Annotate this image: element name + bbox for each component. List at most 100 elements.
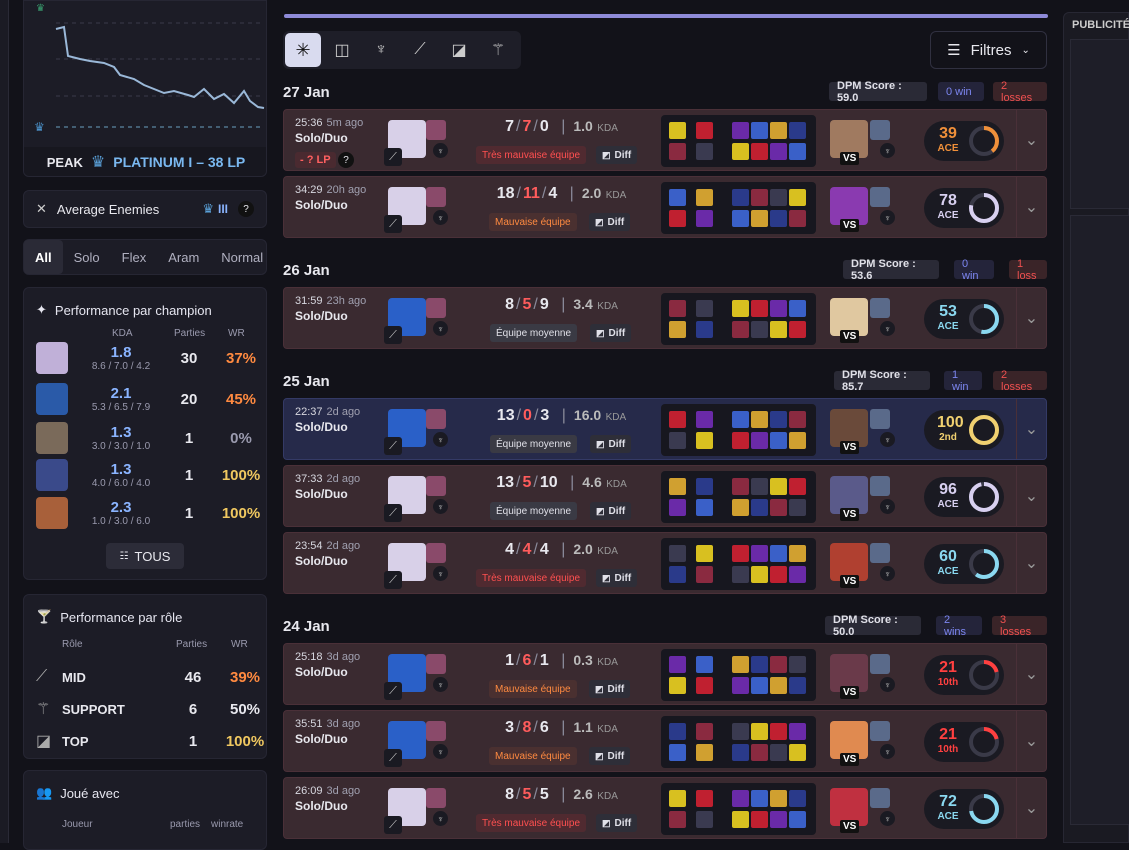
item-icon[interactable] bbox=[789, 300, 806, 317]
item-icon[interactable] bbox=[789, 143, 806, 160]
item-icon[interactable] bbox=[789, 321, 806, 338]
tab-normal[interactable]: Normal bbox=[210, 240, 274, 274]
champion-row[interactable]: 2.1 5.3 / 6.5 / 7.9 20 45% bbox=[36, 382, 256, 416]
item-icon[interactable] bbox=[696, 790, 713, 807]
item-icon[interactable] bbox=[732, 723, 749, 740]
item-icon[interactable] bbox=[696, 210, 713, 227]
item-icon[interactable] bbox=[770, 723, 787, 740]
item-icon[interactable] bbox=[789, 189, 806, 206]
expand-chevron-icon[interactable]: ⌄ bbox=[1016, 177, 1046, 237]
match-card[interactable]: 22:37 2d ago Solo/Duo ♆ ⟋ 13/0/3 | 16.0 KD… bbox=[283, 398, 1047, 460]
item-icon[interactable] bbox=[770, 432, 787, 449]
item-icon[interactable] bbox=[732, 411, 749, 428]
item-icon[interactable] bbox=[696, 122, 713, 139]
item-icon[interactable] bbox=[770, 210, 787, 227]
champion-row[interactable]: 1.3 4.0 / 6.0 / 4.0 1 100% bbox=[36, 458, 260, 492]
item-icon[interactable] bbox=[751, 432, 768, 449]
item-icon[interactable] bbox=[732, 321, 749, 338]
item-icon[interactable] bbox=[770, 499, 787, 516]
item-icon[interactable] bbox=[732, 122, 749, 139]
item-icon[interactable] bbox=[770, 656, 787, 673]
average-enemies-row[interactable]: ✕ Average Enemies ♛ III ? bbox=[23, 190, 267, 228]
item-icon[interactable] bbox=[669, 499, 686, 516]
match-card[interactable]: 35:51 3d ago Solo/Duo ♆ ⟋ 3/8/6 | 1.1 KDA … bbox=[283, 710, 1047, 772]
role-top-icon[interactable]: ◫ bbox=[324, 33, 360, 67]
ad-slot-2[interactable] bbox=[1070, 215, 1129, 825]
item-icon[interactable] bbox=[789, 744, 806, 761]
item-icon[interactable] bbox=[789, 432, 806, 449]
role-row[interactable]: ⟋ MID 46 39% bbox=[36, 665, 260, 689]
item-icon[interactable] bbox=[751, 499, 768, 516]
champion-row[interactable]: 2.3 1.0 / 3.0 / 6.0 1 100% bbox=[36, 496, 260, 530]
item-icon[interactable] bbox=[669, 723, 686, 740]
item-icon[interactable] bbox=[789, 677, 806, 694]
item-icon[interactable] bbox=[751, 321, 768, 338]
match-card[interactable]: 23:54 2d ago Solo/Duo ♆ ⟋ 4/4/4 | 2.0 KDA … bbox=[283, 532, 1047, 594]
diff-button[interactable]: ◩ Diff bbox=[596, 569, 638, 587]
expand-chevron-icon[interactable]: ⌄ bbox=[1016, 533, 1046, 593]
expand-chevron-icon[interactable]: ⌄ bbox=[1016, 644, 1046, 704]
item-icon[interactable] bbox=[669, 321, 686, 338]
item-icon[interactable] bbox=[669, 432, 686, 449]
expand-chevron-icon[interactable]: ⌄ bbox=[1016, 711, 1046, 771]
diff-button[interactable]: ◩ Diff bbox=[590, 435, 632, 453]
item-icon[interactable] bbox=[789, 122, 806, 139]
diff-button[interactable]: ◩ Diff bbox=[590, 502, 632, 520]
diff-button[interactable]: ◩ Diff bbox=[596, 146, 638, 164]
item-icon[interactable] bbox=[732, 210, 749, 227]
item-icon[interactable] bbox=[789, 566, 806, 583]
item-icon[interactable] bbox=[789, 723, 806, 740]
item-icon[interactable] bbox=[770, 790, 787, 807]
diff-button[interactable]: ◩ Diff bbox=[589, 680, 631, 698]
item-icon[interactable] bbox=[751, 210, 768, 227]
item-icon[interactable] bbox=[789, 411, 806, 428]
item-icon[interactable] bbox=[669, 790, 686, 807]
item-icon[interactable] bbox=[732, 478, 749, 495]
item-icon[interactable] bbox=[751, 566, 768, 583]
item-icon[interactable] bbox=[789, 210, 806, 227]
item-icon[interactable] bbox=[696, 321, 713, 338]
item-icon[interactable] bbox=[696, 499, 713, 516]
item-icon[interactable] bbox=[669, 411, 686, 428]
item-icon[interactable] bbox=[696, 189, 713, 206]
help-icon[interactable]: ? bbox=[338, 152, 354, 168]
item-icon[interactable] bbox=[732, 566, 749, 583]
item-icon[interactable] bbox=[669, 744, 686, 761]
show-all-champions-button[interactable]: ☷ TOUS bbox=[106, 543, 184, 569]
item-icon[interactable] bbox=[696, 478, 713, 495]
item-icon[interactable] bbox=[770, 811, 787, 828]
item-icon[interactable] bbox=[751, 122, 768, 139]
tab-solo[interactable]: Solo bbox=[63, 240, 111, 274]
item-icon[interactable] bbox=[696, 566, 713, 583]
item-icon[interactable] bbox=[751, 677, 768, 694]
match-card[interactable]: 34:29 20h ago Solo/Duo ♆ ⟋ 18/11/4 | 2.0 K… bbox=[283, 176, 1047, 238]
item-icon[interactable] bbox=[770, 143, 787, 160]
expand-chevron-icon[interactable]: ⌄ bbox=[1016, 110, 1046, 170]
diff-button[interactable]: ◩ Diff bbox=[589, 213, 631, 231]
help-icon[interactable]: ? bbox=[238, 201, 254, 217]
match-card[interactable]: 31:59 23h ago Solo/Duo ♆ ⟋ 8/5/9 | 3.4 KDA… bbox=[283, 287, 1047, 349]
item-icon[interactable] bbox=[669, 122, 686, 139]
item-icon[interactable] bbox=[751, 723, 768, 740]
item-icon[interactable] bbox=[770, 566, 787, 583]
item-icon[interactable] bbox=[770, 300, 787, 317]
match-card[interactable]: 25:18 3d ago Solo/Duo ♆ ⟋ 1/6/1 | 0.3 KDA … bbox=[283, 643, 1047, 705]
role-row[interactable]: ⚚ SUPPORT 6 50% bbox=[36, 697, 260, 721]
ad-slot-1[interactable] bbox=[1070, 39, 1129, 209]
item-icon[interactable] bbox=[751, 478, 768, 495]
filters-button[interactable]: ☰ Filtres ⌄ bbox=[930, 31, 1047, 69]
item-icon[interactable] bbox=[751, 411, 768, 428]
item-icon[interactable] bbox=[732, 432, 749, 449]
item-icon[interactable] bbox=[751, 744, 768, 761]
item-icon[interactable] bbox=[789, 545, 806, 562]
item-icon[interactable] bbox=[732, 790, 749, 807]
item-icon[interactable] bbox=[789, 499, 806, 516]
item-icon[interactable] bbox=[669, 210, 686, 227]
item-icon[interactable] bbox=[669, 189, 686, 206]
item-icon[interactable] bbox=[669, 566, 686, 583]
item-icon[interactable] bbox=[696, 432, 713, 449]
item-icon[interactable] bbox=[732, 499, 749, 516]
item-icon[interactable] bbox=[732, 656, 749, 673]
item-icon[interactable] bbox=[789, 811, 806, 828]
item-icon[interactable] bbox=[669, 545, 686, 562]
